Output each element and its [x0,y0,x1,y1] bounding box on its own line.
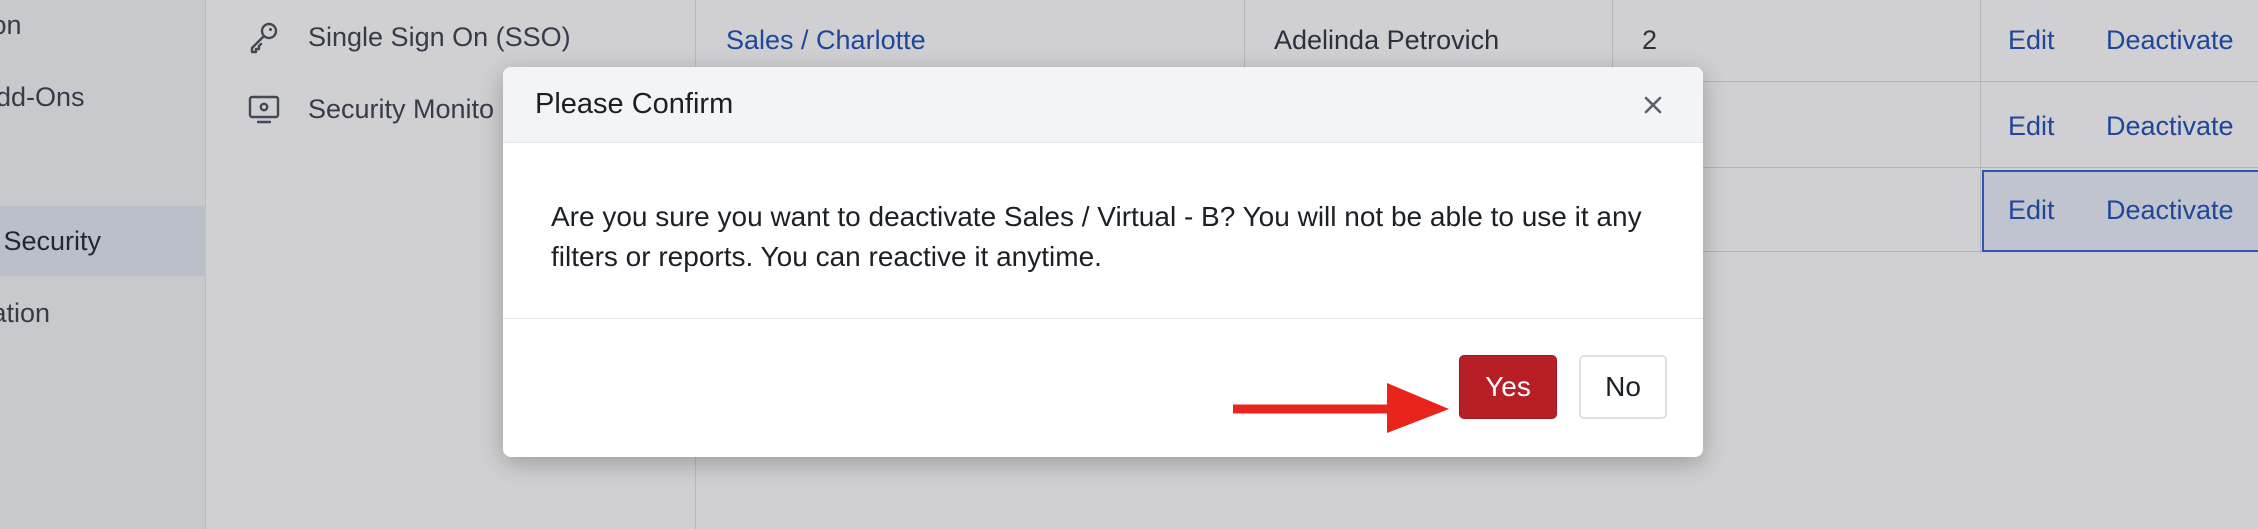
no-button[interactable]: No [1579,355,1667,419]
close-button[interactable] [1635,87,1671,123]
dialog-body: Are you sure you want to deactivate Sale… [503,143,1703,319]
confirm-dialog: Please Confirm Are you sure you want to … [503,67,1703,457]
dialog-footer: Yes No [503,319,1703,457]
dialog-title: Please Confirm [535,88,734,120]
close-icon [1644,96,1662,113]
dialog-message: Are you sure you want to deactivate Sale… [551,201,1642,272]
yes-button[interactable]: Yes [1459,355,1557,419]
dialog-header: Please Confirm [503,67,1703,143]
arrow-annotation-icon [1233,383,1449,433]
